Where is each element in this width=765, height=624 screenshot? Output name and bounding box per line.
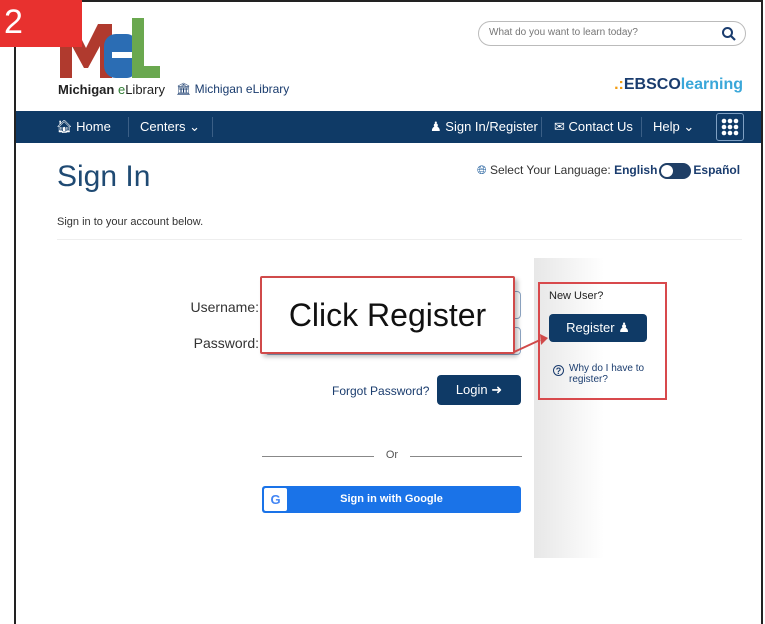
main-nav: 🏠︎ Home Centers ⌄ ♟ Sign In/Register ✉ C…: [16, 111, 761, 143]
forgot-password-link[interactable]: Forgot Password?: [332, 384, 429, 398]
user-icon: ♟: [430, 119, 442, 134]
callout-arrow-icon: [513, 334, 548, 353]
nav-divider: [128, 117, 129, 137]
chevron-down-icon: ⌄: [189, 119, 201, 134]
michigan-elibrary-link[interactable]: 🏛 Michigan eLibrary: [176, 82, 289, 96]
chevron-down-icon: ⌄: [683, 119, 695, 134]
search-bar[interactable]: [478, 21, 746, 46]
nav-divider: [541, 117, 542, 137]
sign-in-arrow-icon: ➜: [491, 382, 503, 397]
or-separator: Or: [262, 449, 522, 463]
nav-centers[interactable]: Centers ⌄: [130, 111, 210, 143]
globe-icon: 🌐︎: [477, 163, 487, 178]
ebsco-learning-logo: .:EBSCOlearning: [614, 76, 743, 93]
nav-help[interactable]: Help ⌄: [643, 111, 704, 143]
nav-contact-us[interactable]: ✉ Contact Us: [544, 111, 643, 143]
language-toggle[interactable]: [659, 163, 692, 179]
google-sign-in-button[interactable]: G Sign in with Google: [262, 486, 521, 513]
nav-home[interactable]: 🏠︎ Home: [46, 111, 121, 143]
lang-english[interactable]: English: [614, 163, 657, 177]
search-icon[interactable]: [721, 26, 737, 42]
page-subtitle: Sign in to your account below.: [57, 216, 204, 228]
register-highlight-box: [538, 282, 667, 400]
login-button[interactable]: Login ➜: [437, 375, 521, 405]
nav-divider: [212, 117, 213, 137]
divider: [57, 239, 742, 240]
apps-grid-icon[interactable]: [716, 113, 744, 141]
library-icon: 🏛: [176, 82, 192, 96]
logo-text: Michigan eLibrary: [58, 82, 165, 97]
step-badge: 2: [0, 0, 82, 47]
nav-divider: [641, 117, 642, 137]
nav-sign-in-register[interactable]: ♟ Sign In/Register: [420, 111, 548, 143]
password-label: Password:: [193, 335, 259, 351]
language-selector[interactable]: 🌐︎ Select Your Language: English Español: [477, 163, 740, 179]
home-icon: 🏠︎: [56, 119, 73, 134]
envelope-icon: ✉: [554, 119, 565, 134]
lang-spanish[interactable]: Español: [693, 163, 740, 177]
search-input[interactable]: [487, 26, 711, 39]
username-label: Username:: [190, 299, 259, 315]
grid-dots-icon: [721, 118, 739, 136]
page-title: Sign In: [57, 160, 151, 193]
instruction-callout: Click Register: [260, 276, 515, 354]
